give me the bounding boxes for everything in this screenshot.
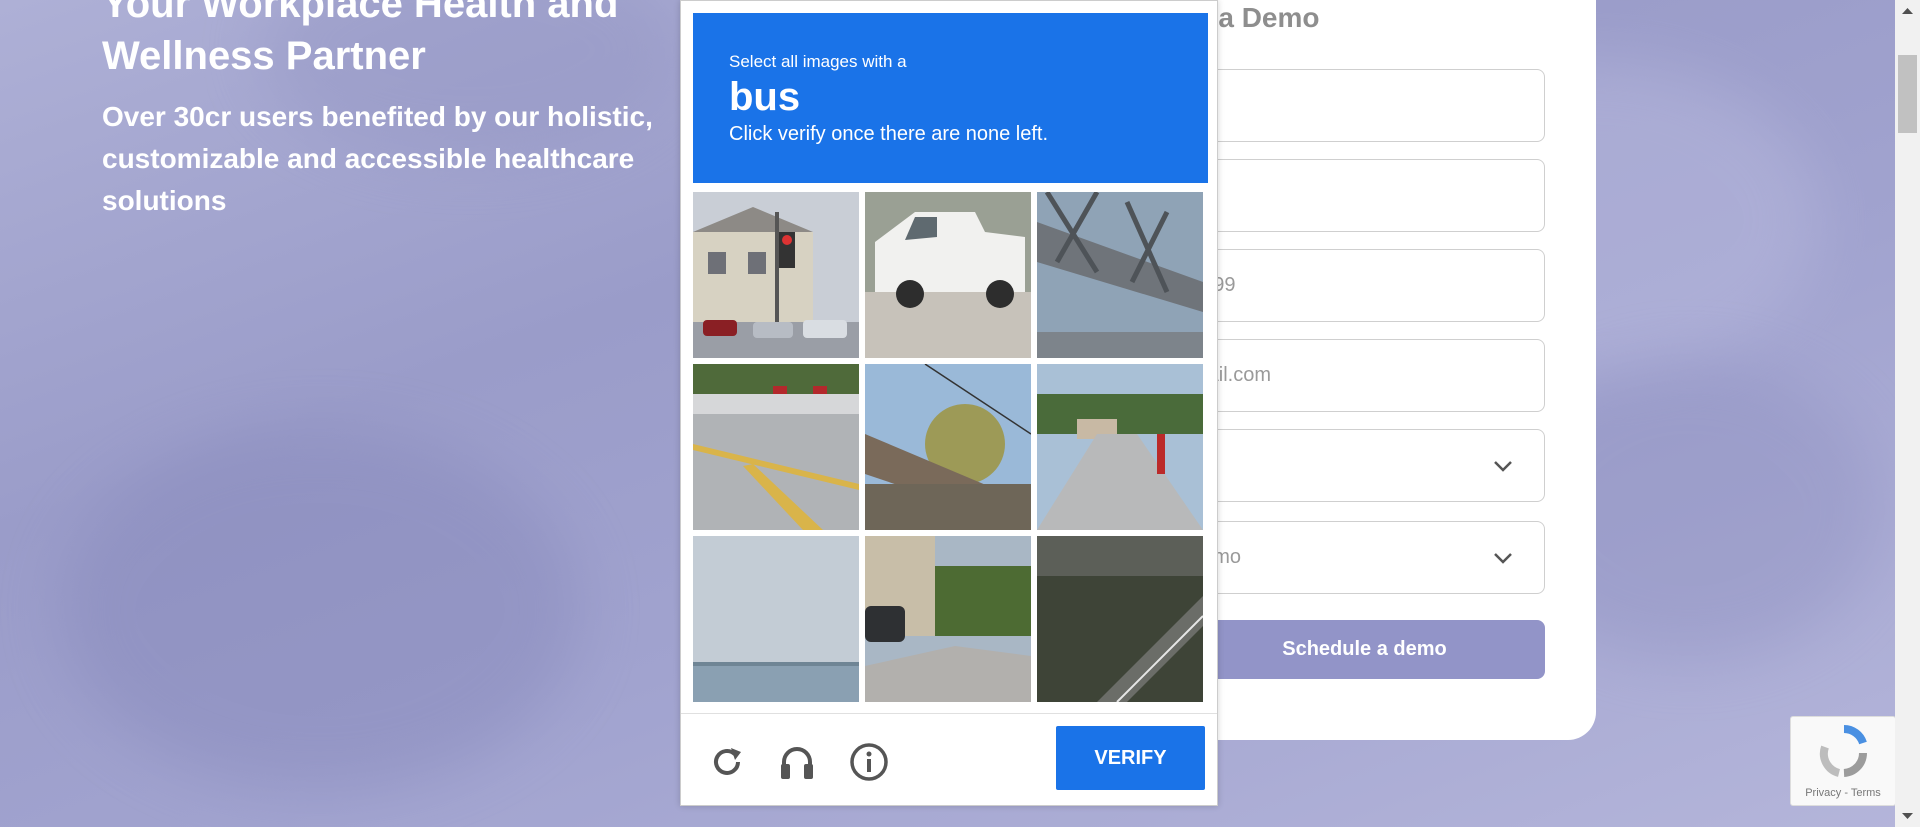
recaptcha-logo-icon xyxy=(1819,725,1868,777)
name-field-text: n xyxy=(1191,94,1524,117)
captcha-instructions: Select all images with a bus Click verif… xyxy=(693,13,1208,183)
recaptcha-privacy-terms[interactable]: Privacy - Terms xyxy=(1791,787,1895,799)
overpass-image xyxy=(865,364,1031,530)
recaptcha-badge[interactable]: Privacy - Terms xyxy=(1790,716,1896,806)
captcha-tile-dark-road[interactable] xyxy=(1037,536,1203,702)
page-scrollbar[interactable] xyxy=(1895,0,1920,827)
verify-button[interactable]: VERIFY xyxy=(1056,726,1205,790)
captcha-tile-highway-road[interactable] xyxy=(1037,364,1203,530)
audio-headphones-icon[interactable] xyxy=(777,742,817,782)
chevron-down-icon xyxy=(1494,460,1512,472)
captcha-tile-house-traffic-light[interactable] xyxy=(693,192,859,358)
captcha-tile-road-crosswalk[interactable] xyxy=(693,364,859,530)
phone-field-text: 9999 xyxy=(1191,274,1524,297)
captcha-hint: Click verify once there are none left. xyxy=(729,123,1049,145)
hero-subtitle: Over 30cr users benefited by our holisti… xyxy=(102,101,653,216)
recaptcha-challenge: Select all images with a bus Click verif… xyxy=(680,0,1218,806)
captcha-footer: VERIFY xyxy=(681,713,1217,808)
info-icon[interactable] xyxy=(849,742,889,782)
reload-icon[interactable] xyxy=(707,742,747,782)
captcha-tile-overpass-bridge[interactable] xyxy=(865,364,1031,530)
company-field-text: it xyxy=(1191,184,1524,207)
captcha-tile-steel-bridge-truss[interactable] xyxy=(1037,192,1203,358)
road-image xyxy=(693,364,859,530)
demo-type-select-text: demo xyxy=(1191,546,1492,569)
scroll-up-arrow-icon[interactable] xyxy=(1895,0,1920,22)
captcha-tile-white-pickup-truck[interactable] xyxy=(865,192,1031,358)
captcha-target-word: bus xyxy=(729,75,801,119)
steel-bridge-image xyxy=(1037,192,1203,358)
chevron-down-icon xyxy=(1494,552,1512,564)
hero-title: Your Workplace Health and Wellness Partn… xyxy=(102,0,619,78)
background-shape xyxy=(60,430,580,790)
scroll-down-arrow-icon[interactable] xyxy=(1895,805,1920,827)
highway-image xyxy=(1037,364,1203,530)
white-pickup-truck-image xyxy=(865,192,1031,358)
captcha-image-grid xyxy=(693,192,1208,704)
employee-count-select-text: 0 xyxy=(1191,454,1492,477)
sky-water-image xyxy=(693,536,859,702)
captcha-instruction-text: Select all images with a xyxy=(729,52,907,71)
house-traffic-light-image xyxy=(693,192,859,358)
email-field-text: mail.com xyxy=(1191,364,1272,386)
captcha-tile-street-suv-house[interactable] xyxy=(865,536,1031,702)
captcha-tile-sky-water[interactable] xyxy=(693,536,859,702)
street-suv-image xyxy=(865,536,1031,702)
dark-road-image xyxy=(1037,536,1203,702)
scroll-thumb[interactable] xyxy=(1898,55,1917,133)
